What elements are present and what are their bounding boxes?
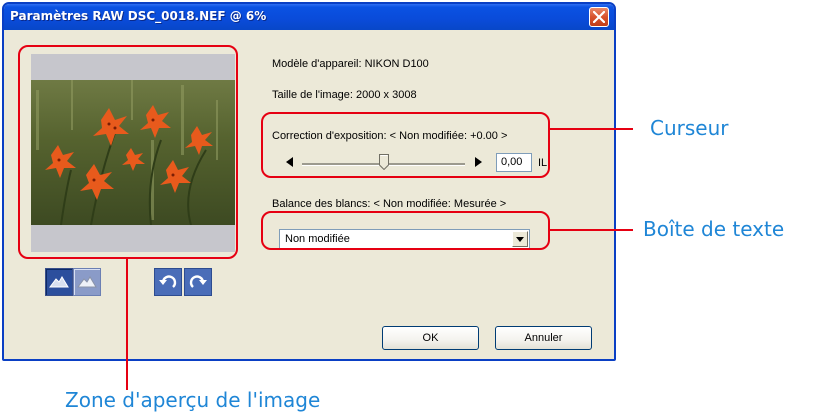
title-bar[interactable]: Paramètres RAW DSC_0018.NEF @ 6% (4, 4, 614, 30)
ok-button[interactable]: OK (382, 326, 479, 350)
rotate-right-button[interactable] (184, 268, 212, 296)
slider-annotation: Curseur (650, 116, 729, 140)
shadow-mode-button[interactable] (73, 268, 101, 296)
preview-callout-line (126, 259, 128, 390)
slider-highlight-box (261, 112, 550, 178)
slider-callout-line (550, 128, 633, 130)
camera-model-label: Modèle d'appareil: NIKON D100 (272, 58, 429, 70)
rotate-left-button[interactable] (154, 268, 182, 296)
preview-annotation: Zone d'aperçu de l'image (65, 388, 321, 412)
preview-highlight-box (18, 45, 238, 259)
mountain-outline-icon (77, 276, 97, 288)
textbox-callout-line (550, 229, 633, 231)
rotate-left-icon (159, 275, 177, 288)
textbox-annotation: Boîte de texte (643, 217, 785, 241)
close-button[interactable] (589, 7, 609, 27)
window-title: Paramètres RAW DSC_0018.NEF @ 6% (10, 9, 267, 23)
mountain-icon (49, 276, 69, 288)
textbox-highlight-box (261, 211, 550, 250)
image-size-label: Taille de l'image: 2000 x 3008 (272, 89, 417, 101)
rotate-right-icon (189, 275, 207, 288)
close-icon (593, 11, 605, 23)
cancel-button[interactable]: Annuler (495, 326, 592, 350)
highlight-mode-button[interactable] (45, 268, 73, 296)
white-balance-label: Balance des blancs: < Non modifiée: Mesu… (272, 198, 507, 210)
